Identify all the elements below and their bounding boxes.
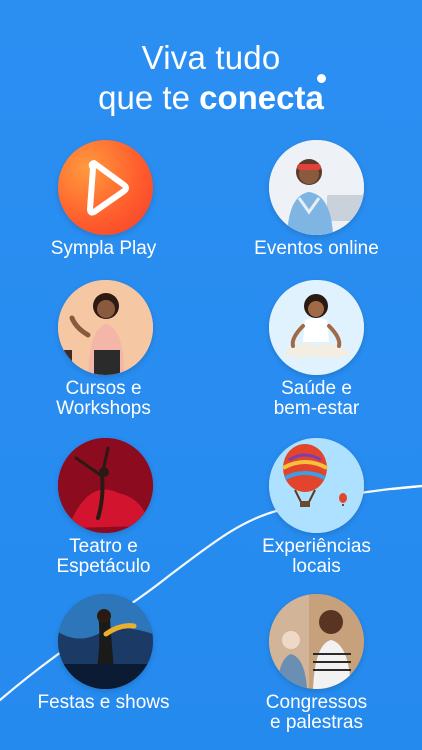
concert-photo bbox=[58, 594, 153, 689]
category-label: Cursos e Workshops bbox=[56, 378, 151, 419]
headline: Viva tudo que te conecta bbox=[0, 38, 422, 118]
headline-brand-text: conecta bbox=[199, 79, 324, 116]
category-label: Eventos online bbox=[254, 238, 379, 259]
dancer-photo bbox=[58, 438, 153, 533]
category-teatro-espetaculo[interactable]: Teatro e Espetáculo bbox=[0, 438, 211, 577]
play-icon-svg bbox=[87, 160, 129, 216]
play-icon bbox=[58, 140, 153, 235]
instructor-photo bbox=[58, 280, 153, 375]
conference-illustration bbox=[269, 594, 364, 689]
headline-line-1: Viva tudo bbox=[141, 39, 281, 76]
concert-illustration bbox=[58, 594, 153, 689]
category-festas-shows[interactable]: Festas e shows bbox=[0, 594, 211, 713]
instructor-illustration bbox=[58, 280, 153, 375]
promo-screen: Viva tudo que te conecta Sympla Play Eve… bbox=[0, 0, 422, 750]
category-label: Festas e shows bbox=[37, 692, 170, 713]
laptop-user-illustration bbox=[269, 140, 364, 235]
dancer-illustration bbox=[58, 438, 153, 533]
category-label: Teatro e Espetáculo bbox=[56, 536, 151, 577]
headline-brand: conecta bbox=[199, 74, 326, 116]
meditation-illustration bbox=[269, 280, 364, 375]
category-experiencias-locais[interactable]: Experiências locais bbox=[211, 438, 422, 577]
category-cursos-workshops[interactable]: Cursos e Workshops bbox=[0, 280, 211, 419]
category-saude-bem-estar[interactable]: Saúde e bem-estar bbox=[211, 280, 422, 419]
balloon-illustration bbox=[269, 438, 364, 533]
category-label: Congressos e palestras bbox=[265, 692, 368, 733]
category-label: Sympla Play bbox=[50, 238, 157, 259]
category-sympla-play[interactable]: Sympla Play bbox=[0, 140, 211, 259]
meditation-photo bbox=[269, 280, 364, 375]
category-eventos-online[interactable]: Eventos online bbox=[211, 140, 422, 259]
laptop-user-photo bbox=[269, 140, 364, 235]
hot-air-balloon-photo bbox=[269, 438, 364, 533]
brand-dot-icon bbox=[316, 74, 326, 83]
conference-photo bbox=[269, 594, 364, 689]
category-label: Experiências locais bbox=[262, 536, 371, 577]
category-congressos-palestras[interactable]: Congressos e palestras bbox=[211, 594, 422, 733]
headline-prefix: que te bbox=[98, 79, 200, 116]
category-label: Saúde e bem-estar bbox=[273, 378, 360, 419]
headline-line-2: que te conecta bbox=[0, 74, 422, 118]
